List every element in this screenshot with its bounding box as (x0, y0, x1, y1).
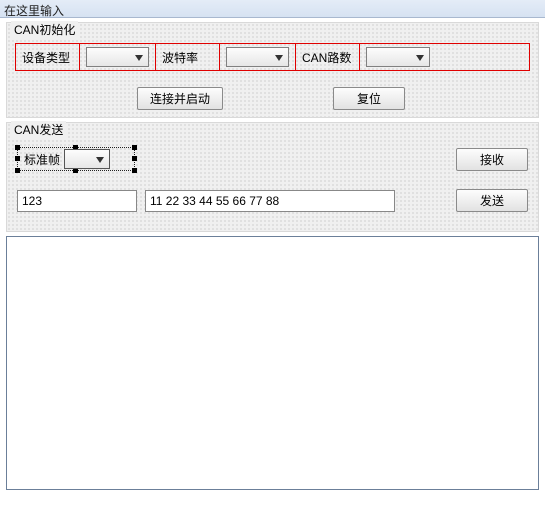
chevron-down-icon (271, 50, 286, 65)
baud-rate-combo[interactable] (226, 47, 289, 67)
window-title: 在这里输入 (4, 4, 64, 18)
chevron-down-icon (92, 152, 107, 167)
device-type-combo[interactable] (86, 47, 149, 67)
send-button[interactable]: 发送 (456, 189, 528, 212)
receive-button[interactable]: 接收 (456, 148, 528, 171)
chevron-down-icon (131, 50, 146, 65)
frame-type-combo[interactable] (64, 149, 110, 169)
device-config-row: 设备类型 波特率 CAN路数 (15, 43, 530, 71)
window-title-bar: 在这里输入 (0, 0, 545, 18)
can-init-label: CAN初始化 (11, 21, 78, 38)
can-init-group: CAN初始化 设备类型 波特率 CAN路数 (6, 22, 539, 118)
frame-type-selection[interactable]: 标准帧 (17, 147, 135, 171)
can-send-group: CAN发送 标准帧 接收 发送 (6, 122, 539, 232)
can-id-input[interactable] (17, 190, 137, 212)
output-textarea[interactable] (6, 236, 539, 490)
can-data-input[interactable] (145, 190, 395, 212)
connect-start-button[interactable]: 连接并启动 (137, 87, 223, 110)
frame-type-label: 标准帧 (18, 151, 60, 168)
device-type-label: 设备类型 (16, 44, 80, 70)
baud-rate-label: 波特率 (156, 44, 220, 70)
can-channel-label: CAN路数 (296, 44, 360, 70)
can-channel-combo[interactable] (366, 47, 430, 67)
chevron-down-icon (412, 50, 427, 65)
reset-button[interactable]: 复位 (333, 87, 405, 110)
can-send-label: CAN发送 (11, 121, 66, 138)
